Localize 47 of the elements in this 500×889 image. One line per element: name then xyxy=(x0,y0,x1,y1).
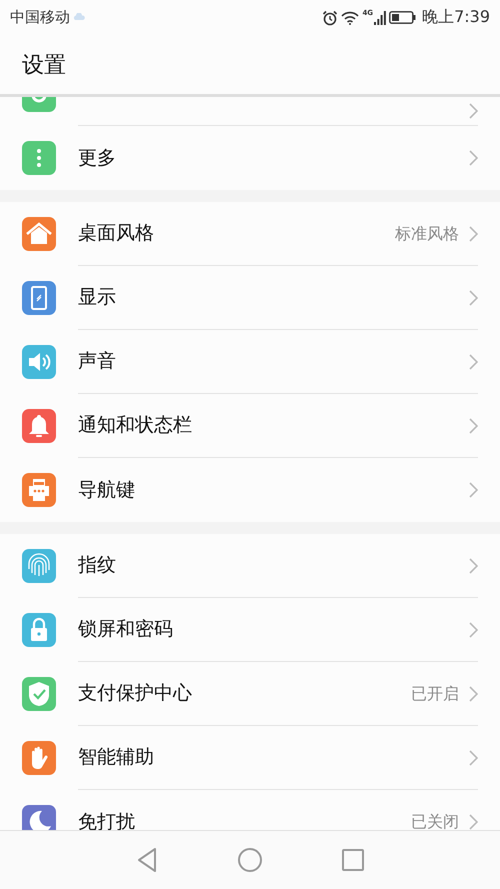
chevron-icon xyxy=(469,354,478,370)
chevron-icon xyxy=(469,558,478,574)
row-value: 已开启 xyxy=(411,684,459,702)
chevron-icon xyxy=(469,814,478,830)
home-icon[interactable] xyxy=(238,848,262,872)
chevron-icon xyxy=(469,686,478,702)
settings-row[interactable]: 指纹 xyxy=(0,534,500,598)
settings-row[interactable]: 锁屏和密码 xyxy=(0,598,500,662)
settings-row[interactable]: 支付保护中心 已开启 xyxy=(0,662,500,726)
settings-row[interactable]: 通知和状态栏 xyxy=(0,394,500,458)
chevron-icon xyxy=(469,622,478,638)
settings-row[interactable]: 显示 xyxy=(0,266,500,330)
cloud-icon xyxy=(73,12,85,22)
settings-row[interactable]: 声音 xyxy=(0,330,500,394)
chevron-icon xyxy=(469,482,478,498)
row-label: 指纹 xyxy=(78,555,117,576)
settings-row[interactable]: 桌面风格 标准风格 xyxy=(0,202,500,266)
row-label: 支付保护中心 xyxy=(78,683,193,704)
row-label: 锁屏和密码 xyxy=(78,619,174,640)
carrier-name: 中国移动 xyxy=(10,8,70,27)
row-label: 显示 xyxy=(78,287,117,308)
page-title: 设置 xyxy=(22,52,66,80)
chevron-icon xyxy=(469,150,478,166)
settings-row[interactable]: 智能辅助 xyxy=(0,726,500,790)
row-value: 已关闭 xyxy=(411,813,459,830)
row-label: 声音 xyxy=(78,351,117,372)
row-label: 桌面风格 xyxy=(78,223,155,244)
alarm-icon xyxy=(322,10,338,26)
chevron-icon xyxy=(469,750,478,766)
row-label: 导航键 xyxy=(78,480,136,500)
row-value: 标准风格 xyxy=(395,224,459,242)
recents-icon[interactable] xyxy=(342,849,364,871)
back-icon[interactable] xyxy=(136,847,158,873)
settings-row[interactable]: 更多 xyxy=(0,126,500,190)
chevron-icon xyxy=(469,226,478,242)
signal-icon xyxy=(374,10,386,24)
clock-time: 晚上7:39 xyxy=(422,7,490,28)
row-label: 智能辅助 xyxy=(78,747,155,768)
wifi-icon xyxy=(341,10,360,24)
chevron-icon xyxy=(469,103,478,119)
chevron-icon xyxy=(469,290,478,306)
row-label: 免打扰 xyxy=(78,812,136,830)
battery-icon xyxy=(389,11,416,24)
row-label: 更多 xyxy=(78,148,117,168)
row-label: 通知和状态栏 xyxy=(78,415,193,436)
chevron-icon xyxy=(469,418,478,434)
settings-row[interactable]: 导航键 xyxy=(0,458,500,522)
